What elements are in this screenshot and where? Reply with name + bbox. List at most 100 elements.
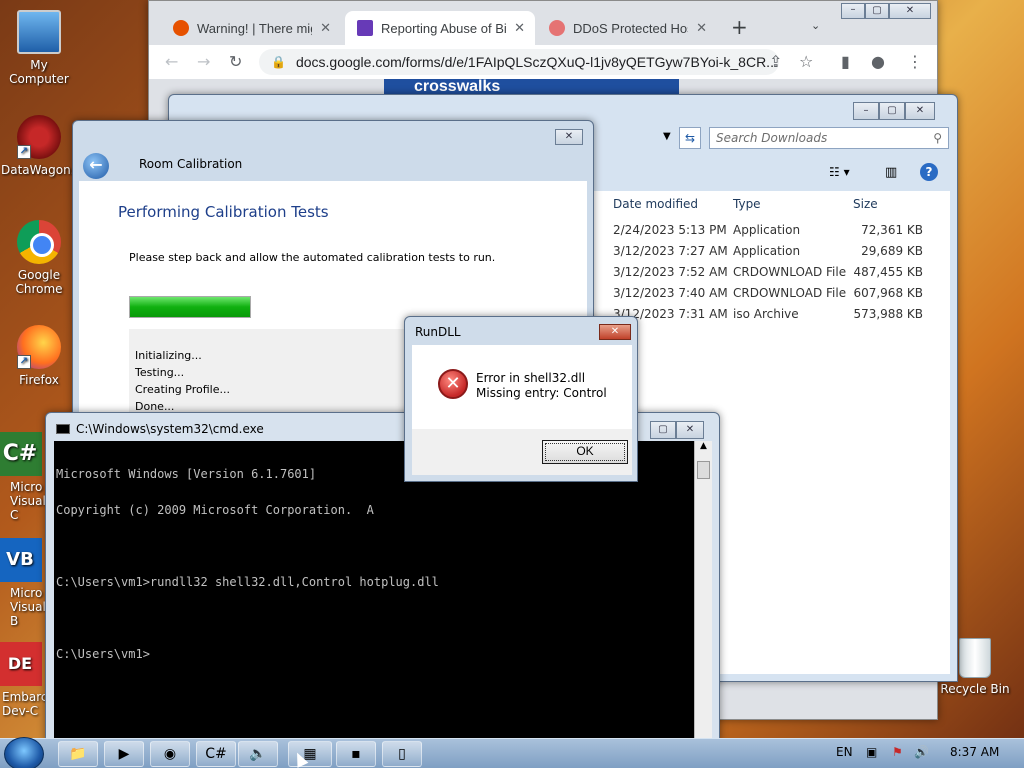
back-arrow-icon[interactable]: ← [83,153,109,179]
column-type[interactable]: Type [733,193,761,215]
network-icon[interactable]: ▣ [866,745,877,759]
error-message-line1: Error in shell32.dll [476,371,586,385]
search-placeholder: Search Downloads [716,131,828,145]
table-row[interactable]: 3/12/2023 7:52 AM CRDOWNLOAD File 487,45… [613,262,943,283]
step-item: Testing... [135,366,185,379]
taskbar-visual-csharp-icon[interactable]: C# [196,741,236,767]
desktop-icon-label: Micro Visual B [10,586,46,628]
tab-label: DDoS Protected Hostin [573,20,688,36]
reload-icon[interactable]: ↻ [229,52,242,71]
search-icon: ⚲ [933,131,942,145]
google-forms-icon [357,20,373,36]
calibration-progress-bar [129,296,251,318]
new-tab-icon[interactable]: + [731,15,748,39]
row-size: 573,988 KB [853,307,923,321]
taskbar-sound-icon[interactable]: 🔈 [238,741,278,767]
warning-site-icon [173,20,189,36]
address-bar[interactable]: 🔒 docs.google.com/forms/d/e/1FAIpQLSczQX… [259,49,779,75]
desktop-icon-my-computer[interactable]: My Computer [1,10,77,86]
scrollbar[interactable]: ▲ [694,441,712,741]
step-item: Initializing... [135,349,202,362]
close-icon[interactable]: ✕ [506,20,525,36]
minimize-button[interactable]: – [853,102,879,120]
taskbar-cmd-icon[interactable]: ▪ [336,741,376,767]
refresh-icon[interactable]: ⇆ [679,127,701,149]
clock[interactable]: 8:37 AM [950,745,999,759]
browser-toolbar: ← → ↻ 🔒 docs.google.com/forms/d/e/1FAIpQ… [149,45,937,79]
back-icon[interactable]: ← [165,52,178,71]
desktop-icon-visual-b[interactable]: VB Micro Visual B [0,538,50,628]
action-center-icon[interactable]: ⚑ [892,745,903,759]
visual-csharp-icon: C# [0,432,42,476]
close-button[interactable]: ✕ [905,102,935,120]
close-button[interactable]: ✕ [599,324,631,340]
desktop-icon-visual-c[interactable]: C# Micro Visual C [0,432,50,522]
tab-reporting-abuse[interactable]: Reporting Abuse of Bit ✕ [345,11,535,45]
column-date-modified[interactable]: Date modified [613,193,698,215]
desktop-icon-label: Firefox [19,373,59,387]
desktop-icon-embarcadero[interactable]: DE Embarc Dev-C [0,642,50,718]
taskbar: 📁 ▶ ◉ C# 🔈 ▦ ▪ ▯ EN ▣ ⚑ 🔊 8:37 AM [0,737,1024,768]
search-downloads-input[interactable]: Search Downloads ⚲ [709,127,949,149]
view-options-icon[interactable]: ☷ ▾ [829,165,850,179]
menu-icon[interactable]: ⋮ [907,52,923,71]
tab-ddos-hosting[interactable]: DDoS Protected Hostin ✕ [537,11,717,45]
side-panel-icon[interactable]: ▮ [841,52,850,71]
maximize-button[interactable]: ▢ [879,102,905,120]
recycle-bin-icon [959,638,991,678]
desktop-icon-datawagon[interactable]: ↗ DataWagon... [1,115,82,177]
ok-button[interactable]: OK [542,440,628,464]
tab-warning[interactable]: Warning! | There might ✕ [161,11,341,45]
tab-label: Warning! | There might [197,20,312,36]
close-button[interactable]: ✕ [676,421,704,439]
close-button[interactable]: ✕ [555,129,583,145]
page-banner: crosswalks [384,79,679,95]
rundll-dialog: RunDLL ✕ ✕ Error in shell32.dll Missing … [404,316,638,482]
computer-icon [17,10,61,54]
volume-icon[interactable]: 🔊 [914,745,929,759]
row-date: 3/12/2023 7:27 AM [613,244,728,258]
row-type: Application [733,223,801,237]
taskbar-chrome-icon[interactable]: ◉ [150,741,190,767]
help-icon[interactable]: ? [920,163,938,181]
bookmark-star-icon[interactable]: ☆ [799,52,813,71]
cmd-icon [56,424,70,434]
close-icon[interactable]: ✕ [312,20,331,36]
row-size: 29,689 KB [861,244,923,258]
window-title: C:\Windows\system32\cmd.exe [76,422,264,436]
step-item: Creating Profile... [135,383,230,396]
taskbar-explorer-icon[interactable]: 📁 [58,741,98,767]
start-button[interactable] [4,737,44,768]
table-row[interactable]: 3/12/2023 7:40 AM CRDOWNLOAD File 607,96… [613,283,943,304]
table-row[interactable]: 3/12/2023 7:27 AM Application 29,689 KB [613,241,943,262]
row-type: CRDOWNLOAD File [733,265,847,279]
scroll-thumb[interactable] [697,461,710,479]
close-icon[interactable]: ✕ [688,20,707,36]
table-row[interactable]: 3/12/2023 7:31 AM iso Archive 573,988 KB [613,304,943,325]
scroll-up-icon[interactable]: ▲ [695,441,712,457]
share-icon[interactable]: ⇪ [769,52,782,71]
tab-search-icon[interactable]: ⌄ [811,19,820,32]
column-size[interactable]: Size [853,193,878,215]
row-date: 2/24/2023 5:13 PM [613,223,727,237]
taskbar-document-icon[interactable]: ▯ [382,741,422,767]
console-output[interactable]: Microsoft Windows [Version 6.1.7601] Cop… [54,441,694,741]
preview-pane-icon[interactable]: ▥ [885,165,897,180]
desktop-icon-google-chrome[interactable]: Google Chrome [1,220,77,296]
progress-fill [130,297,250,317]
address-dropdown-icon[interactable]: ▼ [663,131,671,142]
table-row[interactable]: 2/24/2023 5:13 PM Application 72,361 KB [613,220,943,241]
console-line: C:\Users\vm1>rundll32 shell32.dll,Contro… [56,575,439,589]
profile-avatar-icon[interactable]: ● [871,52,885,71]
close-button[interactable]: ✕ [889,3,931,19]
desktop-icon-firefox[interactable]: ↗ Firefox [1,325,77,387]
row-type: CRDOWNLOAD File [733,286,847,300]
maximize-button[interactable]: ▢ [865,3,889,19]
forward-icon[interactable]: → [197,52,210,71]
maximize-button[interactable]: ▢ [650,421,676,439]
taskbar-media-player-icon[interactable]: ▶ [104,741,144,767]
language-indicator[interactable]: EN [836,745,853,759]
minimize-button[interactable]: – [841,3,865,19]
